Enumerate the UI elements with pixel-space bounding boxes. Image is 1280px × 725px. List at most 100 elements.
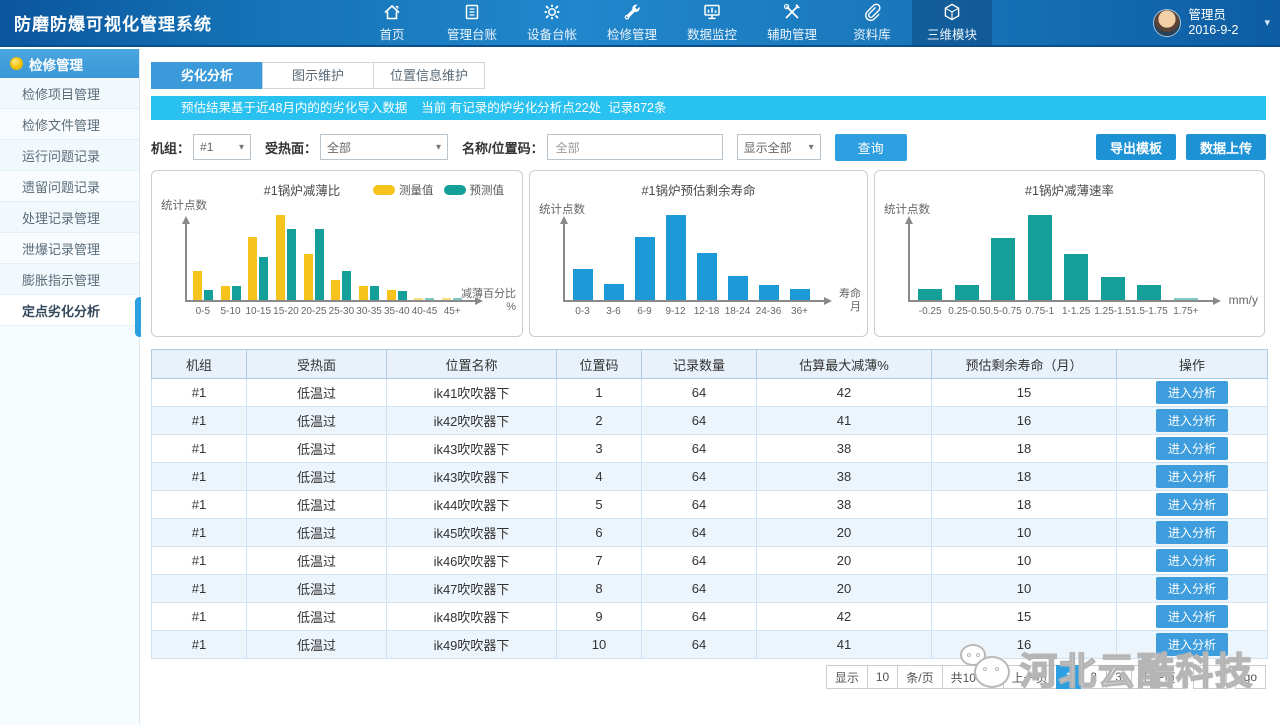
chevron-down-icon: ▾ bbox=[428, 142, 441, 153]
nav-item-home[interactable]: 首页 bbox=[352, 0, 432, 45]
bar bbox=[1101, 277, 1125, 300]
page-button-3[interactable]: 3 bbox=[1106, 665, 1132, 689]
tab-analysis[interactable]: 劣化分析 bbox=[151, 62, 263, 89]
sidebar-item-label: 泄爆记录管理 bbox=[22, 239, 100, 258]
category-label: 15-20 bbox=[272, 306, 300, 317]
bar-group bbox=[722, 276, 753, 300]
bar-group bbox=[411, 298, 439, 300]
bar-group bbox=[912, 289, 949, 300]
enter-analysis-button[interactable]: 进入分析 bbox=[1156, 493, 1228, 516]
nav-item-equipment[interactable]: 设备台帐 bbox=[512, 0, 592, 45]
table-row: #1低温过ik47吹吹器下8642010进入分析 bbox=[152, 575, 1268, 603]
sidebar-item-expansion[interactable]: 膨胀指示管理 bbox=[0, 264, 139, 295]
nav-item-label: 首页 bbox=[379, 24, 404, 43]
unit-select[interactable]: #1 ▾ bbox=[193, 134, 251, 160]
nav-item-assist[interactable]: 辅助管理 bbox=[752, 0, 832, 45]
nav-item-maintenance[interactable]: 检修管理 bbox=[592, 0, 672, 45]
surface-select[interactable]: 全部 ▾ bbox=[320, 134, 448, 160]
nav-item-monitor[interactable]: 数据监控 bbox=[672, 0, 752, 45]
chart-title: #1锅炉减薄比 bbox=[212, 180, 392, 199]
name-code-input[interactable]: 全部 bbox=[547, 134, 723, 160]
nav-item-ledger[interactable]: 管理台账 bbox=[432, 0, 512, 45]
nav-item-library[interactable]: 资料库 bbox=[832, 0, 912, 45]
sidebar-item-legacy-issue[interactable]: 遗留问题记录 bbox=[0, 171, 139, 202]
tab-diagram[interactable]: 图示维护 bbox=[262, 62, 374, 89]
enter-analysis-button[interactable]: 进入分析 bbox=[1156, 633, 1228, 656]
sidebar-item-project[interactable]: 检修项目管理 bbox=[0, 78, 139, 109]
category-label: 10-15 bbox=[244, 306, 272, 317]
bar-group bbox=[949, 285, 986, 300]
cube-icon bbox=[942, 2, 962, 22]
category-label: 0.5-0.75 bbox=[985, 306, 1022, 317]
sidebar-item-burst-record[interactable]: 泄爆记录管理 bbox=[0, 233, 139, 264]
enter-analysis-button[interactable]: 进入分析 bbox=[1156, 521, 1228, 544]
bar-group bbox=[328, 271, 356, 300]
nav-item-label: 检修管理 bbox=[607, 24, 657, 43]
category-label: 25-30 bbox=[328, 306, 356, 317]
page-button-1[interactable]: 1 bbox=[1056, 665, 1082, 689]
app-title: 防磨防爆可视化管理系统 bbox=[0, 10, 212, 35]
thin-cell: 20 bbox=[757, 547, 932, 575]
count-cell: 64 bbox=[642, 631, 757, 659]
enter-analysis-button[interactable]: 进入分析 bbox=[1156, 577, 1228, 600]
column-header: 估算最大减薄% bbox=[757, 350, 932, 379]
next-page-button[interactable]: 下一页 bbox=[1131, 665, 1185, 689]
enter-analysis-button[interactable]: 进入分析 bbox=[1156, 549, 1228, 572]
y-axis bbox=[185, 219, 187, 302]
thin-cell: 20 bbox=[757, 519, 932, 547]
table-row: #1低温过ik41吹吹器下1644215进入分析 bbox=[152, 379, 1268, 407]
bar-group bbox=[300, 229, 328, 300]
enter-analysis-button[interactable]: 进入分析 bbox=[1156, 437, 1228, 460]
bar-group bbox=[985, 238, 1022, 300]
sidebar-item-label: 定点劣化分析 bbox=[22, 301, 100, 320]
chevron-down-icon[interactable]: ▾ bbox=[1264, 16, 1270, 29]
go-button[interactable]: go bbox=[1235, 665, 1266, 689]
bar bbox=[425, 298, 434, 300]
enter-analysis-button[interactable]: 进入分析 bbox=[1156, 381, 1228, 404]
sidebar-item-handle-record[interactable]: 处理记录管理 bbox=[0, 202, 139, 233]
sidebar-item-run-issue[interactable]: 运行问题记录 bbox=[0, 140, 139, 171]
data-upload-button[interactable]: 数据上传 bbox=[1186, 134, 1266, 160]
life-cell: 18 bbox=[932, 435, 1117, 463]
sidebar-item-file[interactable]: 检修文件管理 bbox=[0, 109, 139, 140]
enter-analysis-button[interactable]: 进入分析 bbox=[1156, 465, 1228, 488]
thin-cell: 41 bbox=[757, 407, 932, 435]
bar bbox=[1174, 298, 1198, 300]
bar-group bbox=[753, 285, 784, 300]
enter-analysis-button[interactable]: 进入分析 bbox=[1156, 409, 1228, 432]
bar bbox=[276, 215, 285, 300]
bar-group bbox=[272, 215, 300, 300]
name-cell: ik47吹吹器下 bbox=[387, 575, 557, 603]
page-size-value[interactable]: 10 bbox=[867, 665, 898, 689]
tab-position[interactable]: 位置信息维护 bbox=[373, 62, 485, 89]
count-cell: 64 bbox=[642, 491, 757, 519]
filter-row: 机组： #1 ▾ 受热面： 全部 ▾ 名称/位置码： 全部 显示全部 ▾ 查询 … bbox=[151, 133, 1266, 161]
sidebar: 检修管理 检修项目管理检修文件管理运行问题记录遗留问题记录处理记录管理泄爆记录管… bbox=[0, 49, 140, 725]
page-button-2[interactable]: 2 bbox=[1081, 665, 1107, 689]
bar-group bbox=[1131, 285, 1168, 300]
enter-analysis-button[interactable]: 进入分析 bbox=[1156, 605, 1228, 628]
search-button[interactable]: 查询 bbox=[835, 134, 907, 161]
prev-page-button[interactable]: 上一页 bbox=[1003, 665, 1057, 689]
nav-item-label: 资料库 bbox=[853, 24, 891, 43]
unit-cell: #1 bbox=[152, 379, 247, 407]
show-all-select[interactable]: 显示全部 ▾ bbox=[737, 134, 821, 160]
x-axis bbox=[185, 300, 480, 302]
user-box[interactable]: 管理员 2016-9-2 ▾ bbox=[1153, 8, 1280, 38]
nav-item-threed[interactable]: 三维模块 bbox=[912, 0, 992, 45]
sidebar-item-degradation[interactable]: 定点劣化分析 bbox=[0, 295, 139, 326]
page-jump-input[interactable] bbox=[1193, 665, 1227, 689]
action-cell: 进入分析 bbox=[1117, 407, 1268, 435]
category-label: 3-6 bbox=[598, 306, 629, 317]
analysis-table: 机组受热面位置名称位置码记录数量估算最大减薄%预估剩余寿命（月）操作 #1低温过… bbox=[151, 349, 1268, 659]
export-template-button[interactable]: 导出模板 bbox=[1096, 134, 1176, 160]
surface-cell: 低温过 bbox=[247, 519, 387, 547]
paperclip-icon bbox=[862, 2, 882, 22]
chart-panel-3: #1锅炉减薄速率统计点数mm/y-0.250.25-0.50.5-0.750.7… bbox=[874, 170, 1265, 337]
bar bbox=[232, 286, 241, 300]
column-header: 受热面 bbox=[247, 350, 387, 379]
category-labels: 0-55-1010-1515-2020-2525-3030-3535-4040-… bbox=[189, 306, 466, 317]
monitor-icon bbox=[702, 2, 722, 22]
avatar[interactable] bbox=[1153, 9, 1181, 37]
bar-group bbox=[438, 298, 466, 300]
